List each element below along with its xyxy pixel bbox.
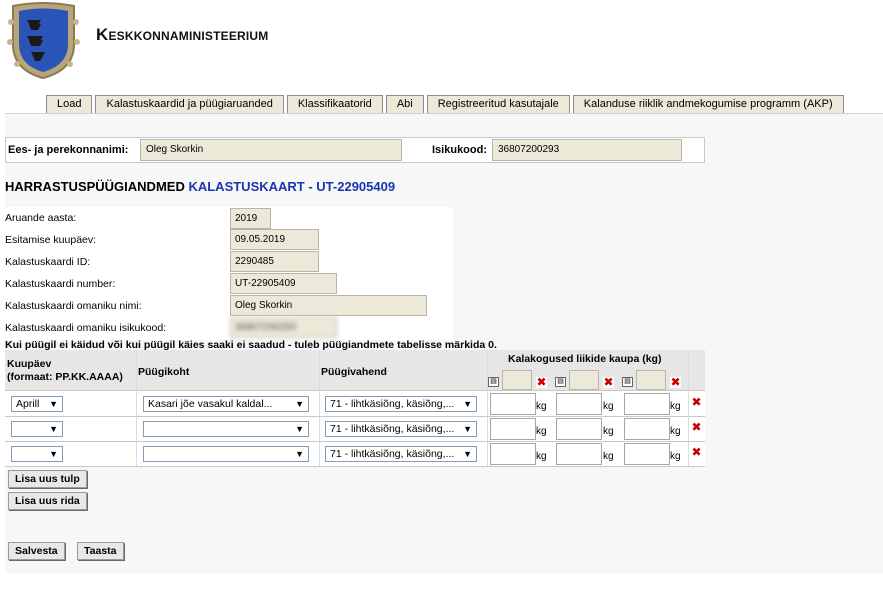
tab-classifiers[interactable]: Klassifikaatorid [286, 95, 383, 113]
id-label: Isikukood: [432, 144, 488, 156]
tab-registered-users[interactable]: Registreeritud kasutajale [426, 95, 570, 113]
chevron-down-icon: ▼ [463, 449, 472, 459]
delete-column-2-icon[interactable]: ✖ [603, 376, 614, 388]
row1-catch-input-3[interactable] [624, 393, 670, 415]
row3-catch-input-1[interactable] [490, 443, 536, 465]
chevron-down-icon: ▼ [49, 449, 58, 459]
year-label: Aruande aasta: [5, 212, 77, 224]
col-date-format: (formaat: PP.KK.AAAA) [7, 371, 123, 383]
add-row-button[interactable]: Lisa uus rida [8, 492, 87, 510]
edit-column-icon[interactable]: ▤ [555, 377, 566, 387]
tab-help[interactable]: Abi [385, 95, 424, 113]
add-column-button[interactable]: Lisa uus tulp [8, 470, 87, 488]
row3-catch-input-2[interactable] [556, 443, 602, 465]
chevron-down-icon: ▼ [295, 449, 304, 459]
row3-gear-select[interactable]: 71 - lihtkäsiõng, käsiõng,... ▼ [325, 446, 477, 462]
card-id-value: 2290485 [230, 251, 319, 272]
unit-label: kg [670, 401, 681, 412]
delete-row-1-icon[interactable]: ✖ [691, 396, 702, 408]
row1-gear-select[interactable]: 71 - lihtkäsiõng, käsiõng,... ▼ [325, 396, 477, 412]
card-number-value: UT-22905409 [230, 273, 337, 294]
species-column-2-header: ▤ ✖ [555, 370, 621, 390]
col-gear-header: Püügivahend [321, 366, 387, 378]
unit-label: kg [536, 451, 547, 462]
delete-column-1-icon[interactable]: ✖ [536, 376, 547, 388]
row3-catch-input-3[interactable] [624, 443, 670, 465]
species-column-1-header: ▤ ✖ [488, 370, 554, 390]
unit-label: kg [603, 401, 614, 412]
delete-column-3-icon[interactable]: ✖ [670, 376, 681, 388]
catch-table: Kuupäev (formaat: PP.KK.AAAA) Püügikoht … [5, 350, 705, 467]
save-button[interactable]: Salvesta [8, 542, 65, 560]
owner-id-label: Kalastuskaardi omaniku isikukood: [5, 322, 167, 334]
row2-gear-select[interactable]: 71 - lihtkäsiõng, käsiõng,... ▼ [325, 421, 477, 437]
species-select-2[interactable] [569, 370, 599, 390]
card-number-label: Kalastuskaardi number: [5, 278, 116, 290]
row2-catch-input-1[interactable] [490, 418, 536, 440]
row2-catch-input-2[interactable] [556, 418, 602, 440]
submission-date-value: 09.05.2019 [230, 229, 319, 250]
tab-akp[interactable]: Kalanduse riiklik andmekogumise programm… [572, 95, 844, 113]
page-title: HARRASTUSPÜÜGIANDMED KALASTUSKAART - UT-… [5, 179, 395, 194]
row2-catch-input-3[interactable] [624, 418, 670, 440]
owner-name-label: Kalastuskaardi omaniku nimi: [5, 300, 142, 312]
row1-date-select[interactable]: Aprill ▼ [11, 396, 63, 412]
row3-date-select[interactable]: ▼ [11, 446, 63, 462]
col-place-header: Püügikoht [138, 366, 190, 378]
row3-place-select[interactable]: ▼ [143, 446, 309, 462]
tab-load[interactable]: Load [46, 95, 93, 113]
name-value: Oleg Skorkin [140, 139, 402, 161]
owner-id-value: 36807200293 [230, 317, 337, 338]
name-label: Ees- ja perekonnanimi: [8, 144, 129, 156]
tab-fishing-cards[interactable]: Kalastuskaardid ja püügiaruanded [95, 95, 284, 113]
owner-name-value: Oleg Skorkin [230, 295, 427, 316]
unit-label: kg [670, 451, 681, 462]
row1-catch-input-2[interactable] [556, 393, 602, 415]
chevron-down-icon: ▼ [295, 424, 304, 434]
species-select-1[interactable] [502, 370, 532, 390]
submission-date-label: Esitamise kuupäev: [5, 234, 97, 246]
delete-row-2-icon[interactable]: ✖ [691, 421, 702, 433]
person-info-box: Ees- ja perekonnanimi: Oleg Skorkin Isik… [5, 137, 705, 163]
unit-label: kg [536, 426, 547, 437]
reset-button[interactable]: Taasta [77, 542, 124, 560]
col-catch-header: Kalakogused liikide kaupa (kg) [508, 353, 662, 365]
edit-column-icon[interactable]: ▤ [488, 377, 499, 387]
row1-catch-input-1[interactable] [490, 393, 536, 415]
col-date-header: Kuupäev [7, 358, 52, 370]
chevron-down-icon: ▼ [49, 399, 58, 409]
row1-place-select[interactable]: Kasari jõe vasakul kaldal... ▼ [143, 396, 309, 412]
table-header-row [5, 350, 487, 390]
delete-row-3-icon[interactable]: ✖ [691, 446, 702, 458]
chevron-down-icon: ▼ [463, 399, 472, 409]
coat-of-arms-logo [7, 2, 80, 79]
year-value: 2019 [230, 208, 271, 229]
unit-label: kg [603, 426, 614, 437]
edit-column-icon[interactable]: ▤ [622, 377, 633, 387]
species-select-3[interactable] [636, 370, 666, 390]
row2-place-select[interactable]: ▼ [143, 421, 309, 437]
chevron-down-icon: ▼ [463, 424, 472, 434]
page-header: Keskkonnaministeerium [0, 0, 883, 95]
ministry-title: Keskkonnaministeerium [96, 25, 269, 44]
chevron-down-icon: ▼ [49, 424, 58, 434]
card-id-label: Kalastuskaardi ID: [5, 256, 91, 268]
page-title-main: HARRASTUSPÜÜGIANDMED [5, 179, 185, 194]
unit-label: kg [670, 426, 681, 437]
unit-label: kg [536, 401, 547, 412]
main-nav-tabs: Load Kalastuskaardid ja püügiaruanded Kl… [46, 95, 847, 113]
chevron-down-icon: ▼ [295, 399, 304, 409]
unit-label: kg [603, 451, 614, 462]
species-column-3-header: ▤ ✖ [622, 370, 688, 390]
row2-date-select[interactable]: ▼ [11, 421, 63, 437]
report-info: Aruande aasta: 2019 Esitamise kuupäev: 0… [5, 207, 453, 340]
page-title-card: KALASTUSKAART - UT-22905409 [188, 179, 396, 194]
id-value: 36807200293 [492, 139, 682, 161]
